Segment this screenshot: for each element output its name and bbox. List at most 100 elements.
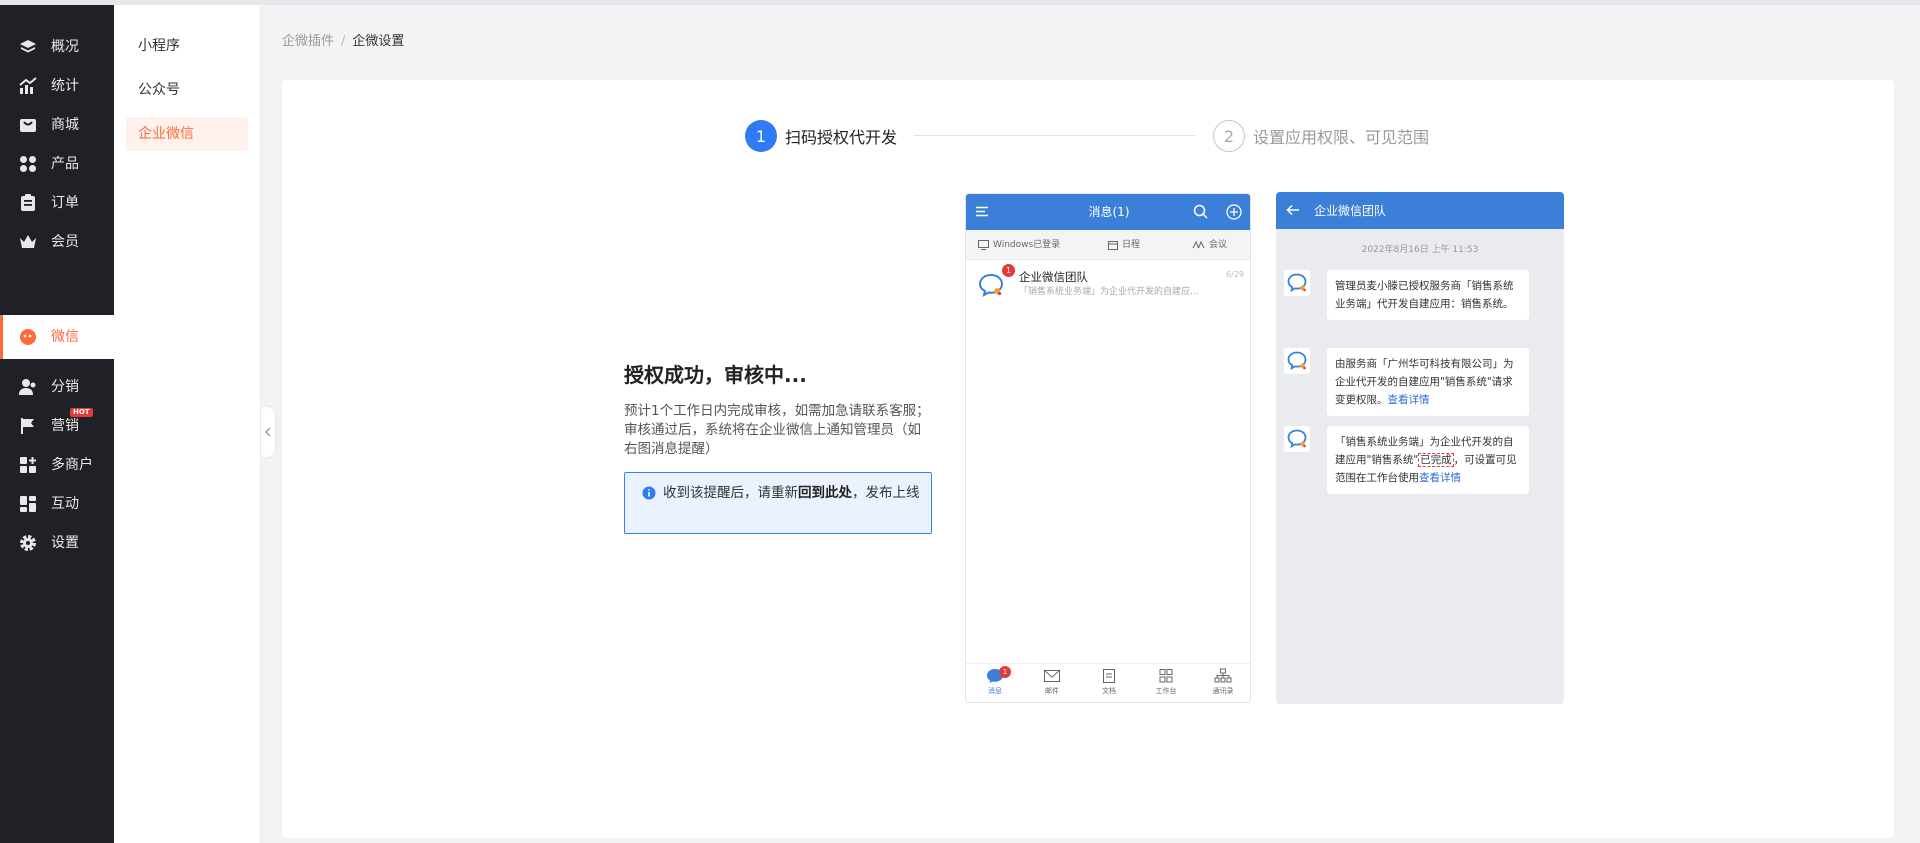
phone-header: 企业微信团队 bbox=[1276, 192, 1564, 229]
flag-icon bbox=[21, 418, 34, 434]
messages-badge: 1 bbox=[999, 666, 1011, 678]
breadcrumb-current: 企微设置 bbox=[352, 34, 405, 49]
main-sidebar: 概况 统计 商城 产品 订单 会员 微信 分销 营销 HOT 多商户 互动 设置 bbox=[0, 5, 114, 843]
chat-title: 企业微信团队 bbox=[1314, 204, 1387, 218]
message-preview: 「销售系统业务端」为企业代开发的自建应... bbox=[1019, 287, 1199, 297]
product-icon bbox=[20, 156, 36, 172]
sidebar-item-label: 概况 bbox=[51, 39, 79, 55]
submenu-item-mini-program[interactable]: 小程序 bbox=[126, 29, 248, 63]
sidebar-item-label: 多商户 bbox=[51, 457, 93, 473]
meeting-icon bbox=[1192, 240, 1205, 249]
wechat-icon bbox=[20, 329, 36, 345]
monitor-icon bbox=[978, 240, 989, 250]
chat-detail-mockup: 企业微信团队 2022年8月16日 上午 11:53 管理员麦小滕已授权服务商「… bbox=[1276, 192, 1564, 704]
wechat-submenu: 小程序 公众号 企业微信 bbox=[114, 5, 261, 843]
shop-icon bbox=[20, 119, 36, 132]
step-1: 1 扫码授权代开发 bbox=[745, 119, 897, 153]
step-number: 2 bbox=[1213, 120, 1245, 152]
sidebar-item-wechat[interactable]: 微信 bbox=[0, 315, 114, 359]
windows-login-tab: Windows已登录 bbox=[978, 239, 1060, 251]
message-list-item: 1 企业微信团队 6/29 「销售系统业务端」为企业代开发的自建应... bbox=[966, 260, 1250, 308]
sidebar-item-overview[interactable]: 概况 bbox=[0, 25, 114, 69]
sidebar-item-interaction[interactable]: 互动 bbox=[0, 482, 114, 526]
notice-box: 收到该提醒后，请重新回到此处，发布上线 bbox=[624, 472, 932, 534]
submenu-item-enterprise-wechat[interactable]: 企业微信 bbox=[126, 117, 248, 151]
submenu-item-official-account[interactable]: 公众号 bbox=[126, 73, 248, 107]
view-details-link[interactable]: 查看详情 bbox=[1388, 394, 1430, 406]
settings-icon bbox=[20, 535, 36, 551]
back-arrow-icon bbox=[1286, 204, 1299, 216]
completed-highlight: 已完成 bbox=[1418, 453, 1454, 467]
sidebar-item-statistics[interactable]: 统计 bbox=[0, 64, 114, 108]
notice-bold-text: 回到此处 bbox=[798, 485, 852, 501]
chat-bubble: 管理员麦小滕已授权服务商「销售系统业务端」代开发自建应用：销售系统。 bbox=[1327, 270, 1529, 320]
step-2: 2 设置应用权限、可见范围 bbox=[1213, 119, 1429, 153]
sidebar-item-multi-merchant[interactable]: 多商户 bbox=[0, 443, 114, 487]
schedule-tab: 日程 bbox=[1108, 239, 1140, 251]
sidebar-item-label: 营销 bbox=[51, 418, 79, 434]
bottom-nav-docs: 文档 bbox=[1089, 668, 1129, 696]
chart-icon bbox=[19, 77, 37, 94]
layers-icon bbox=[20, 40, 36, 53]
status-title: 授权成功，审核中... bbox=[624, 363, 807, 387]
phone-bottom-nav: 消息 1 邮件 文档 工作台 通讯录 bbox=[966, 663, 1250, 702]
phone-status-tabs: Windows已登录 日程 会议 bbox=[966, 230, 1250, 260]
top-bar bbox=[0, 0, 1920, 5]
sidebar-item-member[interactable]: 会员 bbox=[0, 220, 114, 264]
message-sender: 企业微信团队 bbox=[1019, 270, 1088, 284]
status-description: 预计1个工作日内完成审核，如需加急请联系客服；审核通过后，系统将在企业微信上通知… bbox=[624, 403, 930, 457]
document-icon bbox=[1103, 669, 1115, 683]
calendar-icon bbox=[1108, 241, 1118, 250]
hot-badge: HOT bbox=[70, 408, 93, 417]
submenu-item-label: 企业微信 bbox=[138, 126, 194, 142]
chevron-left-icon bbox=[265, 427, 271, 437]
wecom-logo-icon bbox=[1284, 348, 1310, 374]
sidebar-item-label: 微信 bbox=[51, 329, 79, 345]
wecom-logo-icon bbox=[1284, 270, 1310, 296]
info-icon bbox=[642, 486, 656, 500]
crown-icon bbox=[20, 235, 36, 248]
sidebar-item-label: 分销 bbox=[51, 379, 79, 395]
sidebar-item-order[interactable]: 订单 bbox=[0, 181, 114, 225]
chat-bubble: 由服务商「广州华可科技有限公司」为企业代开发的自建应用"销售系统"请求变更权限。… bbox=[1327, 348, 1529, 416]
grid-icon bbox=[1159, 669, 1173, 683]
view-details-link[interactable]: 查看详情 bbox=[1419, 472, 1461, 484]
mail-icon bbox=[1044, 670, 1060, 682]
merchant-icon bbox=[20, 457, 36, 473]
bottom-nav-contacts: 通讯录 bbox=[1203, 668, 1243, 696]
sidebar-item-marketing[interactable]: 营销 HOT bbox=[0, 404, 114, 448]
sidebar-item-distribution[interactable]: 分销 bbox=[0, 365, 114, 409]
collapse-submenu-button[interactable] bbox=[261, 407, 275, 457]
sidebar-item-mall[interactable]: 商城 bbox=[0, 103, 114, 147]
chat-date: 2022年8月16日 上午 11:53 bbox=[1361, 245, 1479, 255]
sidebar-item-label: 互动 bbox=[51, 496, 79, 512]
sidebar-item-label: 统计 bbox=[51, 78, 79, 94]
bottom-nav-mail: 邮件 bbox=[1032, 668, 1072, 696]
interact-icon bbox=[20, 496, 36, 512]
chat-bubble: 「销售系统业务端」为企业代开发的自建应用"销售系统" 已完成 ，可设置可见范围在工作… bbox=[1327, 426, 1529, 494]
message-time: 6/29 bbox=[1226, 270, 1244, 279]
step-connector bbox=[914, 135, 1196, 136]
org-chart-icon bbox=[1214, 668, 1232, 683]
submenu-item-label: 公众号 bbox=[138, 82, 180, 98]
sidebar-item-label: 设置 bbox=[51, 535, 79, 551]
step-number: 1 bbox=[745, 120, 777, 152]
submenu-item-label: 小程序 bbox=[138, 38, 180, 54]
phone-header-title: 消息(1) bbox=[1088, 205, 1130, 219]
wecom-logo-icon bbox=[978, 273, 1004, 297]
sidebar-item-settings[interactable]: 设置 bbox=[0, 521, 114, 565]
notice-text: 收到该提醒后，请重新回到此处，发布上线 bbox=[663, 485, 920, 501]
phone-header: 消息(1) bbox=[966, 194, 1250, 230]
step-title: 扫码授权代开发 bbox=[785, 128, 898, 147]
search-icon bbox=[1193, 204, 1208, 219]
breadcrumb-parent[interactable]: 企微插件 bbox=[282, 34, 334, 49]
wecom-logo-icon bbox=[1284, 426, 1310, 452]
step-title: 设置应用权限、可见范围 bbox=[1253, 128, 1430, 147]
meeting-tab: 会议 bbox=[1192, 239, 1227, 251]
sidebar-item-label: 订单 bbox=[51, 195, 79, 211]
sidebar-item-label: 产品 bbox=[51, 156, 79, 172]
sidebar-item-product[interactable]: 产品 bbox=[0, 142, 114, 186]
distribution-icon bbox=[19, 379, 36, 395]
unread-badge: 1 bbox=[1002, 264, 1015, 277]
bottom-nav-workbench: 工作台 bbox=[1146, 668, 1186, 696]
